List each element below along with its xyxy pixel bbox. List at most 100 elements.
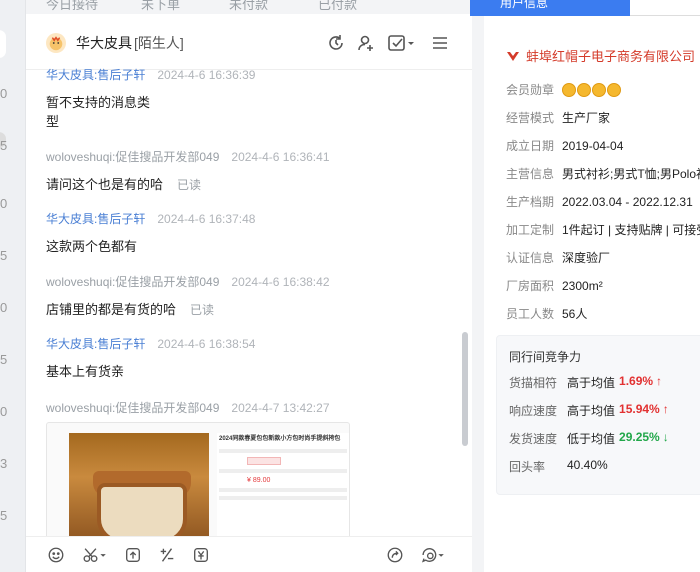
info-value: 56人: [562, 307, 588, 321]
medal-icon: [592, 82, 606, 97]
coupon-icon[interactable]: [191, 545, 211, 565]
shop-avatar[interactable]: [46, 33, 66, 53]
message-time: 2024-4-6 16:36:39: [157, 68, 256, 82]
info-row-medals: 会员勋章: [506, 81, 621, 98]
contact-tag: [陌生人]: [134, 35, 184, 51]
list-number: 5: [0, 352, 8, 367]
info-key: 成立日期: [506, 139, 555, 153]
info-key: 经营模式: [506, 111, 555, 125]
list-number: 0: [0, 300, 8, 315]
info-row: 成立日期 2019-04-04: [506, 137, 623, 154]
fraction-icon[interactable]: [157, 545, 177, 565]
tab-unordered[interactable]: 未下单: [141, 0, 180, 13]
message-time: 2024-4-7 13:42:27: [231, 401, 330, 415]
tab-other[interactable]: [630, 0, 700, 16]
compete-row: 回头率 40.40%: [509, 458, 608, 475]
upload-icon[interactable]: [123, 545, 143, 565]
compete-row: 发货速度 低于均值 29.25% ↓: [509, 430, 669, 447]
info-row: 加工定制 1件起订 | 支持贴牌 | 可接受: [506, 221, 700, 238]
share-icon[interactable]: [385, 545, 405, 565]
chat-header: 华大皮具 [陌生人]: [26, 14, 472, 70]
message-time: 2024-4-6 16:38:54: [157, 337, 256, 351]
list-number: 0: [0, 86, 8, 101]
message-sender: 华大皮具:售后子轩: [46, 212, 146, 226]
product-details-thumb: 2024同款春夏包包新款小方包时尚手提斜挎包 ¥ 89.00: [217, 433, 349, 536]
conversation-list-edge: 0 5 0 5 0 5 0 3 5: [0, 0, 26, 572]
compete-key: 响应速度: [509, 404, 558, 418]
list-number: 5: [0, 508, 8, 523]
add-user-icon[interactable]: [355, 32, 377, 54]
info-value: 深度验厂: [562, 251, 611, 265]
arrow-down-icon: ↓: [662, 430, 669, 444]
arrow-up-icon: ↑: [662, 402, 669, 416]
compete-value: 高于均值: [567, 404, 616, 418]
list-number: 0: [0, 404, 8, 419]
info-key: 生产档期: [506, 195, 555, 209]
product-image-message[interactable]: 2024同款春夏包包新款小方包时尚手提斜挎包 ¥ 89.00: [46, 422, 350, 536]
message-text: 基本上有货亲: [46, 364, 125, 379]
message-sender: 华大皮具:售后子轩: [46, 68, 146, 82]
list-number: 5: [0, 138, 8, 153]
info-key: 认证信息: [506, 251, 555, 265]
info-key: 加工定制: [506, 223, 555, 237]
compete-value: 低于均值: [567, 432, 616, 446]
message-scrollbar[interactable]: [462, 332, 468, 446]
product-price: ¥ 89.00: [247, 477, 271, 484]
tag-box: [247, 457, 281, 465]
message-text-row: 请问这个也是有的哈 已读: [46, 175, 330, 195]
compete-value: 高于均值: [567, 376, 616, 390]
message-text: 这款两个色都有: [46, 239, 138, 254]
info-value: 1件起订 | 支持贴牌 | 可接受: [562, 223, 700, 237]
medal-list: [562, 82, 621, 97]
message: woloveshuqi:促佳搜品开发部049 2024-4-6 16:36:41 …: [46, 148, 330, 195]
message-time: 2024-4-6 16:36:41: [231, 150, 330, 164]
compete-percent: 1.69%: [619, 374, 654, 388]
info-key: 厂房面积: [506, 279, 555, 293]
read-status: 已读: [190, 303, 215, 317]
emoji-icon[interactable]: [46, 545, 66, 565]
chat-toolbar: [26, 536, 472, 572]
quick-reply-icon[interactable]: [418, 545, 448, 565]
message: woloveshuqi:促佳搜品开发部049 2024-4-6 16:38:42 …: [46, 273, 330, 320]
tab-label: 用户信息: [500, 0, 549, 10]
task-check-icon[interactable]: [386, 32, 416, 54]
message-list[interactable]: 华大皮具:售后子轩 2024-4-6 16:36:39 暂不支持的消息类 型 wo…: [26, 64, 462, 536]
read-status: 已读: [177, 178, 202, 192]
divider: [219, 469, 347, 473]
info-value: 男式衬衫;男式T恤;男Polo衫: [562, 167, 700, 181]
tab-user-info[interactable]: 用户信息: [470, 0, 630, 16]
message-text: 请问这个也是有的哈: [46, 177, 164, 192]
info-key: 会员勋章: [506, 83, 555, 97]
compete-row: 货描相符 高于均值 1.69% ↑: [509, 374, 662, 391]
company-name-text: 蚌埠红帽子电子商务有限公司: [526, 49, 696, 64]
compete-key: 发货速度: [509, 432, 558, 446]
history-icon[interactable]: [325, 32, 347, 54]
scissors-icon[interactable]: [80, 545, 110, 565]
info-value: 2019-04-04: [562, 138, 624, 153]
message-time: 2024-4-6 16:38:42: [231, 275, 330, 289]
divider: [219, 449, 347, 453]
shop-name[interactable]: 华大皮具: [76, 33, 132, 53]
message: woloveshuqi:促佳搜品开发部049 2024-4-7 13:42:27: [46, 399, 330, 417]
tab-today[interactable]: 今日接待: [46, 0, 98, 13]
company-name[interactable]: 蚌埠红帽子电子商务有限公司: [506, 46, 695, 65]
menu-icon[interactable]: [429, 32, 451, 54]
message-text: 店铺里的都是有货的哈: [46, 302, 177, 317]
medal-icon: [577, 82, 591, 97]
compete-key: 货描相符: [509, 376, 558, 390]
product-photo: [69, 433, 209, 536]
info-value: 生产厂家: [562, 111, 611, 125]
message-sender: woloveshuqi:促佳搜品开发部049: [46, 275, 220, 289]
compete-row: 响应速度 高于均值 15.94% ↑: [509, 402, 669, 419]
tab-paid[interactable]: 已付款: [318, 0, 357, 13]
status-tabs: 今日接待 未下单 未付款 已付款: [26, 0, 466, 14]
tab-unpaid[interactable]: 未付款: [229, 0, 268, 13]
info-value: 2022.03.04 - 2022.12.31: [562, 194, 693, 209]
info-row: 经营模式 生产厂家: [506, 109, 610, 126]
message-text: 暂不支持的消息类 型: [46, 95, 151, 129]
info-key: 主营信息: [506, 167, 555, 181]
chat-panel: 华大皮具 [陌生人] 华大皮具:售后子轩 2024-4-6 16:36:39 暂不…: [26, 14, 472, 572]
company-badge-icon: [507, 51, 519, 61]
list-number: 3: [0, 456, 8, 471]
arrow-up-icon: ↑: [656, 374, 663, 388]
